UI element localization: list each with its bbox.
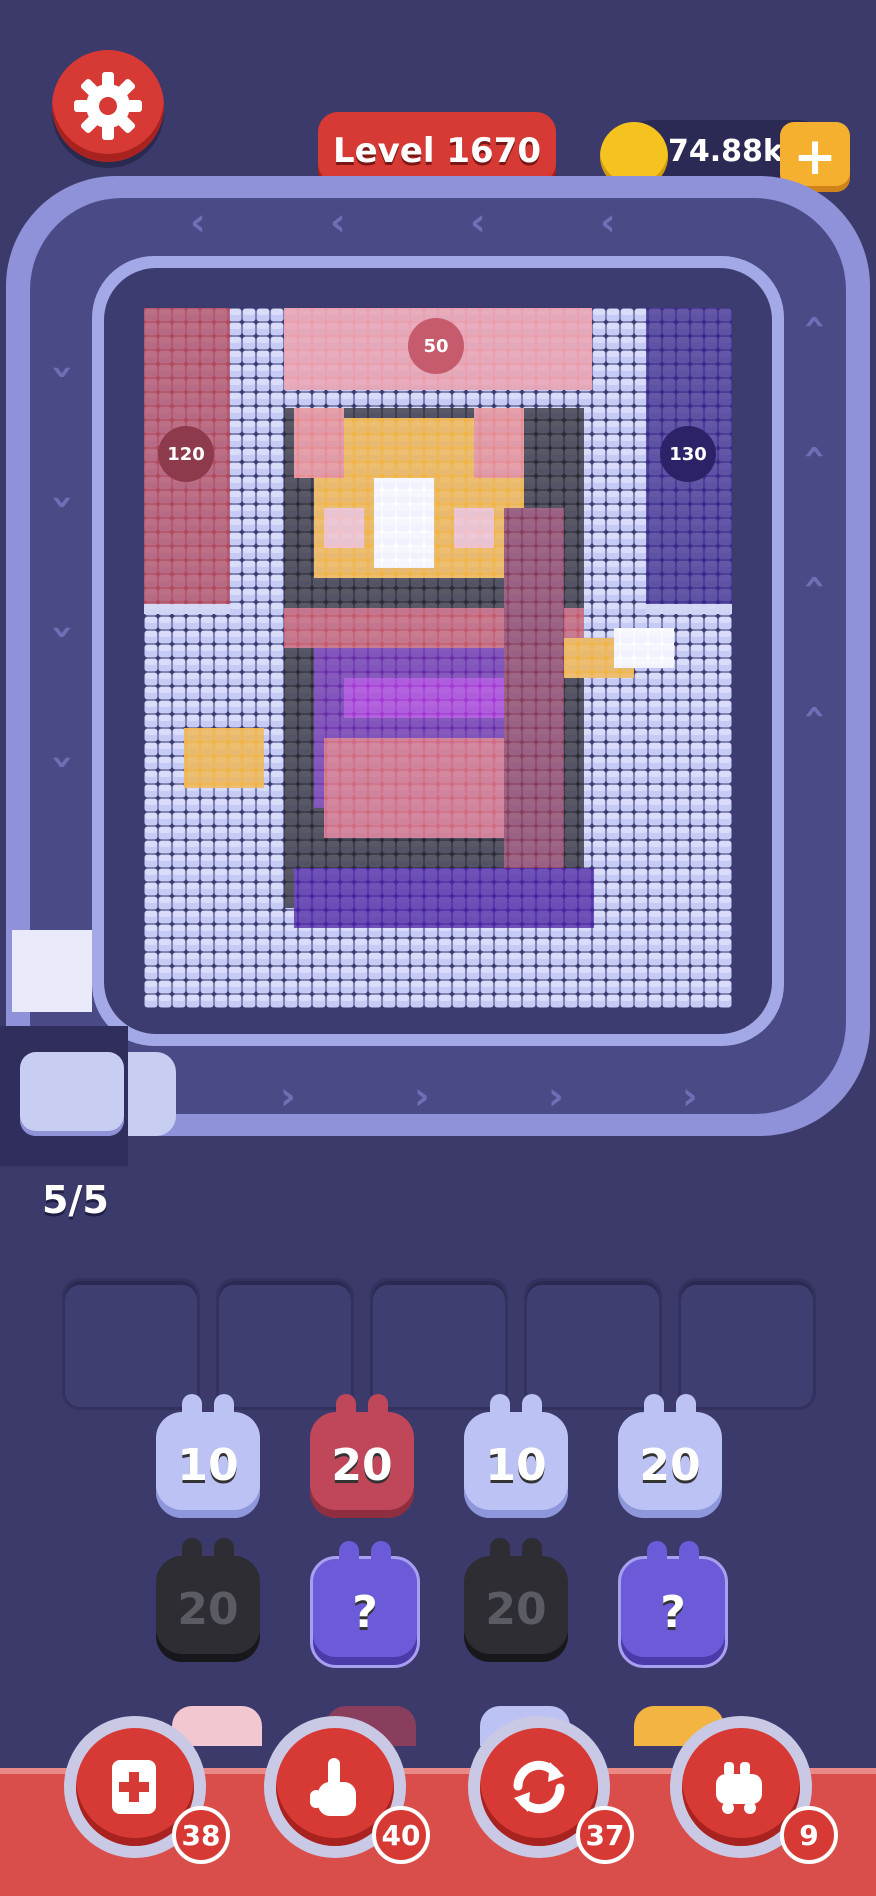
belt-arrow-icon: ‹ (470, 200, 486, 244)
shooter-piece[interactable]: 10 (464, 1394, 568, 1518)
belt-arrow-icon: ‹ (37, 494, 82, 510)
holding-slot[interactable] (216, 1278, 354, 1410)
belt-arrow-icon: › (548, 1074, 564, 1118)
settings-button[interactable] (52, 50, 164, 162)
belt-arrow-icon: ‹ (190, 200, 206, 244)
top-wall-chip: 50 (408, 318, 464, 374)
belt-arrow-icon: › (280, 1074, 296, 1118)
belt-arrow-icon: ‹ (793, 314, 838, 330)
belt-arrow-icon: ‹ (600, 200, 616, 244)
hand-pointer-icon (310, 1758, 356, 1816)
left-wall-chip: 120 (158, 426, 214, 482)
shooter-piece[interactable]: 10 (156, 1394, 260, 1518)
coin-balance: 74.88k (668, 134, 783, 169)
belt-arrow-icon: ‹ (793, 574, 838, 590)
shooter-piece[interactable]: 20 (310, 1394, 414, 1518)
booster-count: 40 (372, 1806, 430, 1864)
belt-arrow-icon: ‹ (330, 200, 346, 244)
locked-piece: 20 (156, 1538, 260, 1662)
belt-arrow-icon: ‹ (37, 364, 82, 380)
belt-arrow-icon: ‹ (37, 624, 82, 640)
holding-slot[interactable] (524, 1278, 662, 1410)
holding-slot[interactable] (678, 1278, 816, 1410)
add-card-icon (112, 1760, 156, 1814)
holding-slot[interactable] (370, 1278, 508, 1410)
belt-entrance (128, 1052, 176, 1136)
holding-slot[interactable] (62, 1278, 200, 1410)
train-icon (716, 1762, 762, 1814)
shuffle-icon (513, 1760, 565, 1814)
conveyor-capacity: 5/5 (42, 1178, 109, 1222)
plus-icon: + (793, 127, 837, 187)
booster-count: 38 (172, 1806, 230, 1864)
mystery-piece[interactable]: ? (310, 1541, 420, 1668)
belt-arrow-icon: ‹ (793, 704, 838, 720)
pixel-board (144, 308, 732, 1008)
booster-count: 9 (780, 1806, 838, 1864)
mystery-piece[interactable]: ? (618, 1541, 728, 1668)
belt-arrow-icon: ‹ (37, 754, 82, 770)
shooter-piece[interactable]: 20 (618, 1394, 722, 1518)
belt-arrow-icon: ‹ (793, 444, 838, 460)
loader-stack (12, 930, 92, 1012)
gear-icon (74, 72, 142, 140)
spool-icon (20, 1052, 124, 1136)
belt-arrow-icon: › (682, 1074, 698, 1118)
belt-arrow-icon: › (414, 1074, 430, 1118)
right-wall-chip: 130 (660, 426, 716, 482)
booster-count: 37 (576, 1806, 634, 1864)
locked-piece: 20 (464, 1538, 568, 1662)
